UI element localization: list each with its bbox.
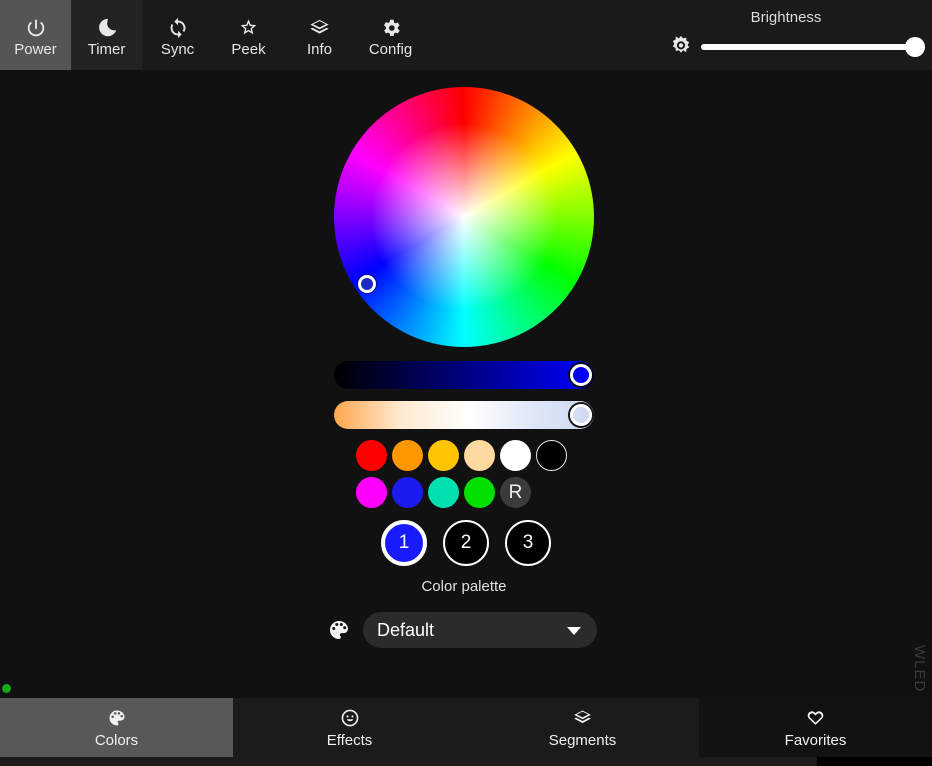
value-slider[interactable] [334,361,594,389]
brightness-row [668,33,925,61]
swatch-black[interactable] [536,440,567,471]
sync-icon [167,13,189,39]
top-toolbar: Power Timer Sync Peek Info Config Bright… [0,0,932,70]
toolbar-button-power[interactable]: Power [0,0,71,70]
toolbar-label-peek: Peek [231,40,266,58]
swatch-green[interactable] [464,477,495,508]
color-slot-3[interactable]: 3 [505,520,551,566]
swatch-white[interactable] [500,440,531,471]
nav-item-colors[interactable]: Colors [0,698,233,757]
brightness-knob[interactable] [905,37,925,57]
quick-swatch-row-2: R [356,477,576,509]
swatch-amber[interactable] [428,440,459,471]
color-wheel-disc[interactable] [334,87,594,347]
smiley-icon [340,707,360,729]
toolbar-label-sync: Sync [160,40,195,58]
bottom-strip [0,757,932,766]
color-slot-1[interactable]: 1 [381,520,427,566]
color-palette-select[interactable]: Default [363,612,597,648]
heart-icon [805,707,826,729]
swatch-blue[interactable] [392,477,423,508]
swatch-turquoise[interactable] [428,477,459,508]
bottom-strip-dark-end [817,757,932,766]
color-slot-2[interactable]: 2 [443,520,489,566]
swatch-random-button[interactable]: R [500,477,531,508]
nav-item-favorites[interactable]: Favorites [699,698,932,757]
colors-panel: R 1 2 3 Color palette Default WLED [0,70,932,693]
brightness-slider[interactable] [701,35,925,59]
brightness-track [701,44,922,50]
chevron-down-icon [567,627,581,635]
nav-item-effects[interactable]: Effects [233,698,466,757]
nav-item-segments[interactable]: Segments [466,698,699,757]
toolbar-button-timer[interactable]: Timer [71,0,142,70]
connection-status-dot [2,684,11,693]
nav-label-effects: Effects [326,731,373,749]
bottom-navigation: Colors Effects Segments Favorites [0,698,932,757]
gear-icon [380,13,402,39]
brightness-sun-icon [668,34,694,60]
layers-icon [308,13,331,39]
white-slider-knob[interactable] [570,404,592,426]
toolbar-button-peek[interactable]: Peek [213,0,284,70]
layers-icon [572,707,593,729]
power-icon [25,13,47,39]
swatch-orange[interactable] [392,440,423,471]
nav-label-colors: Colors [94,731,139,749]
brightness-control: Brightness [650,0,925,70]
moon-icon [96,13,118,39]
toolbar-label-config: Config [368,40,413,58]
nav-label-favorites: Favorites [784,731,847,749]
wled-brand: WLED [911,645,928,693]
wled-app: Power Timer Sync Peek Info Config Bright… [0,0,932,766]
color-palette-value: Default [377,619,435,640]
toolbar-button-sync[interactable]: Sync [142,0,213,70]
nav-label-segments: Segments [548,731,617,749]
swatch-magenta[interactable] [356,477,387,508]
brightness-title: Brightness [750,9,822,26]
color-wheel-marker[interactable] [358,275,376,293]
palette-icon [327,618,351,642]
toolbar-label-timer: Timer [87,40,126,58]
swatch-peach[interactable] [464,440,495,471]
color-wheel[interactable] [334,87,594,347]
color-palette-label: Color palette [421,578,507,595]
quick-swatch-row-1 [356,440,576,472]
color-slot-group: 1 2 3 [381,520,551,568]
star-icon [237,13,260,39]
value-slider-knob[interactable] [570,364,592,386]
swatch-red[interactable] [356,440,387,471]
palette-icon [107,707,127,729]
toolbar-label-info: Info [306,40,333,58]
toolbar-button-info[interactable]: Info [284,0,355,70]
toolbar-label-power: Power [14,40,57,58]
white-slider[interactable] [334,401,594,429]
color-palette-row: Default [327,612,597,648]
toolbar-button-config[interactable]: Config [355,0,426,70]
